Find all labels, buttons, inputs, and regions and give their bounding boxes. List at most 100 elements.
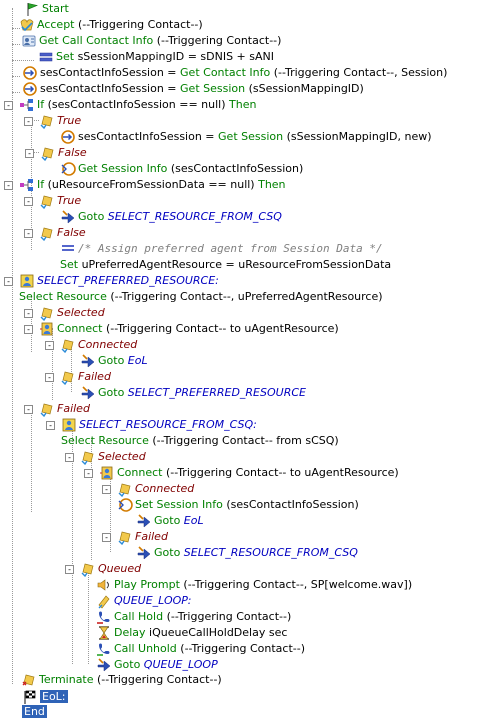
tree-guide-line xyxy=(12,44,20,45)
step-text: Failed xyxy=(78,370,111,383)
collapse-toggle[interactable]: - xyxy=(24,405,33,414)
step-end[interactable]: End xyxy=(22,704,47,720)
step-text: Call Unhold xyxy=(114,642,177,655)
step-text: SELECT_PREFERRED_RESOURCE: xyxy=(37,274,219,287)
label-queue-loop[interactable]: QUEUE_LOOP: xyxy=(96,593,191,609)
tree-guide-line xyxy=(88,568,89,664)
step-text: (sesContactInfoSession) xyxy=(167,162,304,175)
collapse-toggle[interactable]: - xyxy=(24,325,33,334)
collapse-toggle[interactable]: - xyxy=(84,469,93,478)
branch-icon xyxy=(39,305,55,322)
branch-icon xyxy=(80,561,96,578)
branch-selected-1[interactable]: - Selected xyxy=(24,305,105,322)
step-get-session-info-1[interactable]: Get Session Info (sesContactInfoSession) xyxy=(60,161,303,177)
collapse-toggle[interactable]: - xyxy=(4,277,13,286)
step-set-preferred-agent[interactable]: Set uPreferredAgentResource = uResourceF… xyxy=(60,257,391,273)
branch-true-2[interactable]: - True xyxy=(24,193,81,210)
step-ses-contact-info-get-session[interactable]: sesContactInfoSession = Get Session (sSe… xyxy=(22,81,364,97)
label-select-resource-csq[interactable]: - SELECT_RESOURCE_FROM_CSQ: xyxy=(46,417,257,433)
step-text: Goto xyxy=(98,386,128,399)
step-get-session-new[interactable]: sesContactInfoSession = Get Session (sSe… xyxy=(60,129,432,145)
step-get-call-contact-info[interactable]: Get Call Contact Info (--Triggering Cont… xyxy=(21,33,281,49)
collapse-toggle[interactable]: - xyxy=(45,373,54,382)
step-ses-contact-info-get-contact-info[interactable]: sesContactInfoSession = Get Contact Info… xyxy=(22,65,447,81)
tree-guide-line xyxy=(12,92,20,93)
step-text: Call Hold xyxy=(114,610,164,623)
step-if-session-null[interactable]: - If (sesContactInfoSession == null) Then xyxy=(4,97,256,113)
step-text: Goto xyxy=(78,210,108,223)
branch-failed-2[interactable]: - Failed xyxy=(24,401,90,418)
step-text: sesContactInfoSession = xyxy=(78,130,219,143)
collapse-toggle[interactable]: - xyxy=(65,565,74,574)
step-text: QUEUE_LOOP: xyxy=(114,594,192,607)
label-select-preferred-resource[interactable]: - SELECT_PREFERRED_RESOURCE: xyxy=(4,273,219,289)
step-set-session-mapping-id[interactable]: Set sSessionMappingID = sDNIS + sANI xyxy=(38,49,274,65)
step-start[interactable]: Start xyxy=(24,1,69,17)
step-text: False xyxy=(58,146,87,159)
collapse-toggle[interactable]: - xyxy=(102,485,111,494)
step-terminate[interactable]: Terminate (--Triggering Contact--) xyxy=(21,672,222,688)
collapse-toggle[interactable]: - xyxy=(45,341,54,350)
step-goto-select-preferred[interactable]: Goto SELECT_PREFERRED_RESOURCE xyxy=(80,385,306,401)
collapse-toggle[interactable]: - xyxy=(4,101,13,110)
step-text: (--Triggering Contact-- to uAgentResourc… xyxy=(162,466,399,479)
step-text: True xyxy=(57,114,82,127)
step-play-prompt[interactable]: Play Prompt (--Triggering Contact--, SP[… xyxy=(96,577,412,593)
step-text: EoL: xyxy=(40,690,68,703)
step-text: Connect xyxy=(57,322,103,335)
step-goto-eol-2[interactable]: Goto EoL xyxy=(136,513,204,529)
step-text: (--Triggering Contact--) xyxy=(93,673,222,686)
step-text: Set xyxy=(56,50,75,63)
accept-icon xyxy=(19,17,35,33)
step-text: Selected xyxy=(98,450,146,463)
step-select-resource-csq[interactable]: Select Resource (--Triggering Contact-- … xyxy=(61,433,339,449)
session-get-icon xyxy=(22,81,38,97)
goto-icon xyxy=(136,513,152,529)
step-connect-1[interactable]: - Connect (--Triggering Contact-- to uAge… xyxy=(24,321,339,337)
step-goto-queue-loop[interactable]: Goto QUEUE_LOOP xyxy=(96,657,218,673)
branch-false-1[interactable]: - False xyxy=(25,145,87,162)
collapse-toggle[interactable]: - xyxy=(24,197,33,206)
collapse-toggle[interactable]: - xyxy=(65,453,74,462)
label-icon xyxy=(19,273,35,289)
tree-guide-line xyxy=(31,408,32,512)
step-set-session-info-2[interactable]: Set Session Info (sesContactInfoSession) xyxy=(117,497,359,513)
collapse-toggle[interactable]: - xyxy=(24,309,33,318)
collapse-toggle[interactable]: - xyxy=(24,117,33,126)
branch-failed-3[interactable]: - Failed xyxy=(102,529,168,546)
step-text: Selected xyxy=(57,306,105,319)
flag-green-icon xyxy=(24,1,40,17)
branch-icon xyxy=(117,481,133,498)
step-call-unhold[interactable]: Call Unhold (--Triggering Contact--) xyxy=(96,641,305,657)
collapse-toggle[interactable]: - xyxy=(24,229,33,238)
step-text: Play Prompt xyxy=(114,578,180,591)
branch-selected-2[interactable]: - Selected xyxy=(65,449,146,466)
branch-queued[interactable]: - Queued xyxy=(65,561,141,578)
step-comment-assign-agent[interactable]: /* Assign preferred agent from Session D… xyxy=(60,241,383,257)
step-text: SELECT_RESOURCE_FROM_CSQ: xyxy=(79,418,257,431)
branch-false-2[interactable]: - False xyxy=(24,225,86,242)
collapse-toggle[interactable]: - xyxy=(102,533,111,542)
step-goto-eol-1[interactable]: Goto EoL xyxy=(80,353,148,369)
step-accept[interactable]: Accept (--Triggering Contact--) xyxy=(19,17,203,33)
step-call-hold[interactable]: Call Hold (--Triggering Contact--) xyxy=(96,609,291,625)
collapse-toggle[interactable]: - xyxy=(25,149,34,158)
step-text: Then xyxy=(258,178,286,191)
branch-connected-2[interactable]: - Connected xyxy=(102,481,194,498)
label-small-icon xyxy=(96,593,112,609)
label-eol[interactable]: EoL: xyxy=(22,689,68,705)
collapse-toggle[interactable]: - xyxy=(46,421,55,430)
step-goto-select-resource-csq-2[interactable]: Goto SELECT_RESOURCE_FROM_CSQ xyxy=(136,545,358,561)
branch-connected-1[interactable]: - Connected xyxy=(45,337,137,354)
step-delay[interactable]: Delay iQueueCallHoldDelay sec xyxy=(96,625,287,641)
branch-failed-1[interactable]: - Failed xyxy=(45,369,111,386)
branch-true-1[interactable]: - True xyxy=(24,113,82,130)
step-if-resource-null[interactable]: - If (uResourceFromSessionData == null) T… xyxy=(4,177,286,193)
step-text: sesContactInfoSession = xyxy=(40,66,181,79)
hourglass-icon xyxy=(96,625,112,641)
step-text: (sSessionMappingID) xyxy=(245,82,364,95)
collapse-toggle[interactable]: - xyxy=(4,181,13,190)
step-connect-2[interactable]: - Connect (--Triggering Contact-- to uAge… xyxy=(84,465,399,481)
step-select-resource-preferred[interactable]: Select Resource (--Triggering Contact--,… xyxy=(19,289,383,305)
step-goto-select-resource-csq[interactable]: Goto SELECT_RESOURCE_FROM_CSQ xyxy=(60,209,282,225)
